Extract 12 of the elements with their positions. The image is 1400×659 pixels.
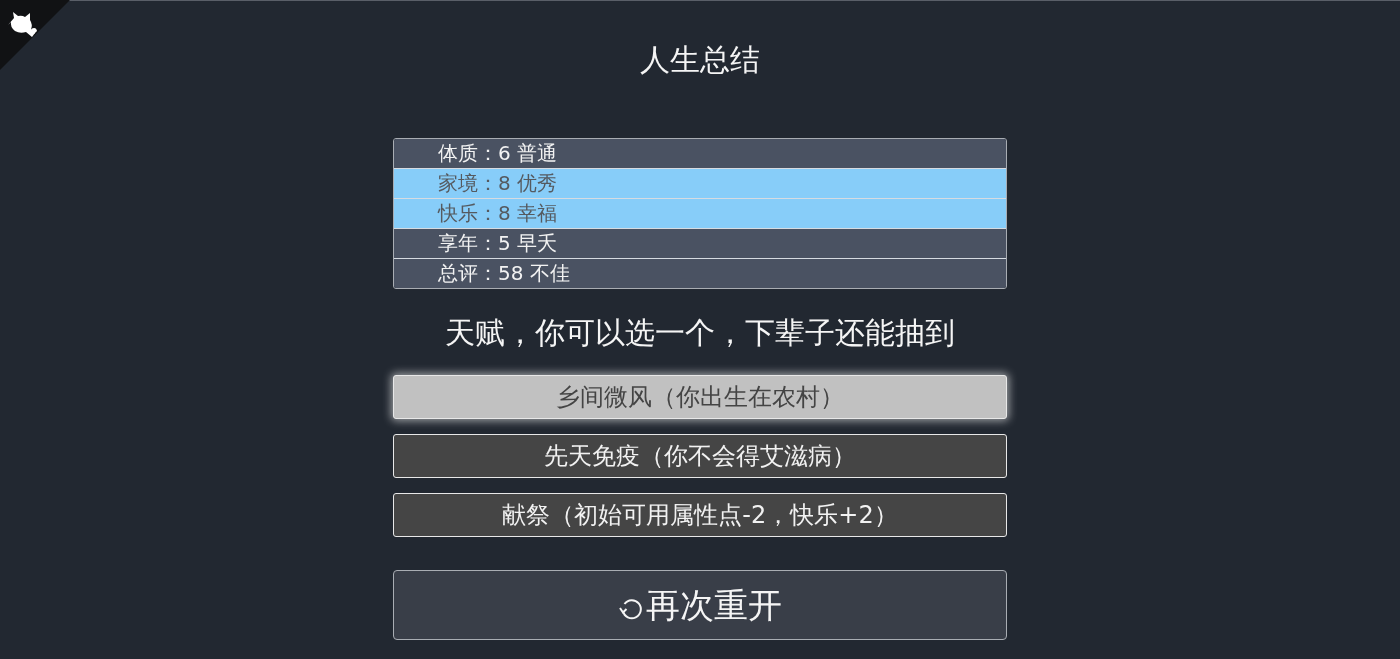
- summary-row: 享年：5 早夭: [394, 229, 1006, 259]
- talent-option[interactable]: 乡间微风（你出生在农村）: [393, 375, 1007, 419]
- page-title: 人生总结: [639, 41, 761, 79]
- summary-row: 快乐：8 幸福: [394, 199, 1006, 229]
- talent-option[interactable]: 先天免疫（你不会得艾滋病）: [393, 434, 1007, 478]
- talent-option[interactable]: 献祭（初始可用属性点-2，快乐+2）: [393, 493, 1007, 537]
- summary-row: 总评：58 不佳: [394, 259, 1006, 288]
- corner-cat-icon[interactable]: [0, 0, 70, 70]
- summary-row: 家境：8 优秀: [394, 169, 1006, 199]
- summary-row: 体质：6 普通: [394, 139, 1006, 169]
- talent-prompt: 天赋，你可以选一个，下辈子还能抽到: [444, 314, 956, 352]
- restart-button[interactable]: 再次重开: [393, 570, 1007, 640]
